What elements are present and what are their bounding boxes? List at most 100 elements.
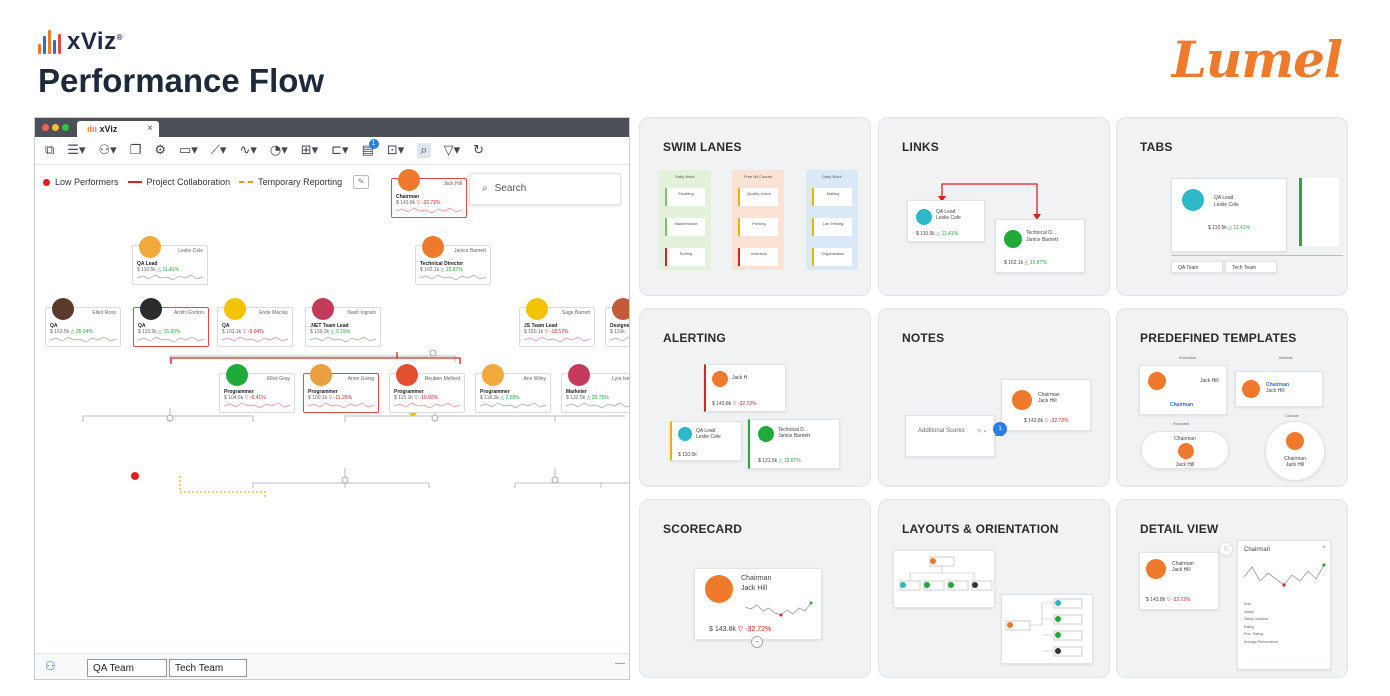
expand-icon[interactable]: ⊞▾	[301, 143, 318, 158]
org-node[interactable]: Jack Hill Chairman $ 143.8k ▽ -32.72%	[391, 169, 467, 218]
avatar	[568, 364, 590, 386]
org-node[interactable]: Ann Wiley Programmer $ 118.2k △ 2.58%	[475, 364, 551, 413]
card-tabs[interactable]: TABS QA Lead Leslie Cole $ 110.5k △ 11.4…	[1116, 117, 1348, 296]
avatar	[139, 236, 161, 258]
lane-card: Inventory	[738, 248, 778, 266]
org-node[interactable]: Sage Barrett JS Team Lead $ 150.1k ▽ -18.5…	[519, 298, 595, 347]
card-title: LAYOUTS & ORIENTATION	[902, 522, 1059, 536]
filter-icon[interactable]: ▽▾	[444, 143, 461, 158]
card-alerting[interactable]: ALERTING Jack H. $ 143.8k ▽ -32.72% QA L…	[639, 308, 871, 487]
org-chart-icon[interactable]: ⚇	[45, 659, 56, 673]
detail-open-icon[interactable]: ◌	[1219, 542, 1233, 556]
sparkline-icon[interactable]: ∿▾	[239, 143, 256, 158]
card-links[interactable]: LINKS QA Lead Leslie Cole $ 110.5k △ 11.…	[878, 117, 1110, 296]
avatar	[678, 427, 692, 441]
org-node[interactable]: JillDesigner$ 116k	[605, 298, 629, 347]
legend-edit-icon[interactable]: ✎	[353, 175, 370, 189]
swim-lane: Free Nil Course Quality check Printing I…	[732, 170, 784, 270]
card-title: SCORECARD	[663, 522, 743, 536]
card-scorecard[interactable]: SCORECARD Chairman Jack Hill $ 143.8k ▽ …	[639, 499, 871, 678]
hierarchy-icon[interactable]: ⚇▾	[98, 143, 116, 158]
lane-header: Daily Work	[675, 174, 695, 179]
org-node[interactable]: Nash Ingram .NET Team Lead $ 159.3k △ 9.19…	[305, 298, 381, 347]
card-title: SWIM LANES	[663, 140, 742, 154]
close-window-button[interactable]	[42, 124, 49, 131]
tabs-tab-qa[interactable]: QA Team	[1171, 261, 1223, 273]
avatar	[705, 575, 733, 603]
reset-icon[interactable]: ↻	[473, 143, 484, 158]
search-input[interactable]: ⌕ Search	[469, 173, 621, 205]
tab-close-icon[interactable]: ×	[147, 123, 153, 134]
detail-name: Jack Hill	[1172, 567, 1191, 573]
lane-card: Mailing	[812, 188, 852, 206]
template-rounded[interactable]: Chairman Jack Hill	[1141, 431, 1229, 469]
org-node[interactable]: Reuben Mellord Programmer $ 115.1k ▽ -10.9…	[389, 364, 465, 413]
lane-header: Daily Work	[822, 174, 842, 179]
node-sparkline	[222, 336, 289, 343]
template-circular[interactable]: Chairman Jack Hill	[1265, 421, 1325, 481]
alert-name: Leslie Cole	[696, 434, 721, 440]
lane-card: Organization	[812, 248, 852, 266]
scorecard-role: Chairman	[741, 575, 772, 582]
detail-delta: ▽ -32.72%	[1166, 597, 1191, 603]
layout-icon[interactable]: ⊏▾	[331, 143, 348, 158]
search-toggle-icon[interactable]: ⌕	[417, 143, 431, 158]
detail-row: Rating	[1244, 624, 1255, 629]
display-icon[interactable]: ▭▾	[179, 143, 198, 158]
avatar	[396, 364, 418, 386]
card-templates[interactable]: PREDEFINED TEMPLATES Executive Internal …	[1116, 308, 1348, 487]
notes-value: $ 143.8k	[1024, 418, 1044, 424]
card-layouts[interactable]: LAYOUTS & ORIENTATION	[878, 499, 1110, 678]
avatar	[712, 371, 728, 387]
tab-tech-team[interactable]: Tech Team	[169, 659, 247, 677]
card-swim-lanes[interactable]: SWIM LANES Daily Work Emailing Maintenan…	[639, 117, 871, 296]
template-executive[interactable]: Jack Hill Chairman	[1139, 365, 1227, 415]
tab-qa-team[interactable]: QA Team	[87, 659, 167, 677]
note-badge[interactable]: 1	[993, 422, 1007, 436]
org-node[interactable]: Anne Going Programmer $ 100.1k ▽ -11.26%	[303, 364, 379, 413]
toolbar: ⧉ ☰▾ ⚇▾ ❐ ⚙ ▭▾ ⟋▾ ∿▾ ◔▾ ⊞▾ ⊏▾ ▤ 1 ⊡▾ ⌕ ▽▾…	[35, 137, 629, 165]
notes-card: Chairman Jack Hill $ 143.8k ▽ -32.72%	[1001, 379, 1091, 431]
tabs-tab-tech[interactable]: Tech Team	[1225, 261, 1277, 273]
detail-close-icon[interactable]: ×	[1322, 545, 1326, 551]
org-node[interactable]: Elliot Gray Programmer $ 104.6k ▽ -6.41%	[219, 364, 295, 413]
template-internal[interactable]: Chairman Jack Hill	[1235, 371, 1323, 407]
line-chart-icon[interactable]: ⟋▾	[211, 143, 227, 158]
node-sparkline	[420, 274, 487, 281]
card-detail-view[interactable]: DETAIL VIEW Chairman Jack Hill $ 143.8k …	[1116, 499, 1348, 678]
collapse-icon[interactable]: −	[751, 636, 763, 648]
card-title: DETAIL VIEW	[1140, 522, 1219, 536]
copy-icon[interactable]: ❐	[130, 143, 142, 158]
note-edit-icon[interactable]: ✎ ▪	[977, 428, 986, 435]
card-notes[interactable]: NOTES Chairman Jack Hill $ 143.8k ▽ -32.…	[878, 308, 1110, 487]
note-box[interactable]: Additional Scores ✎ ▪	[905, 415, 995, 457]
avatar	[52, 298, 74, 320]
org-node[interactable]: Elliot Ross QA $ 163.5k △ 35.34%	[45, 298, 121, 347]
node-name: Elliot Gray	[266, 376, 290, 382]
card-icon[interactable]: ⊡▾	[387, 143, 404, 158]
org-node[interactable]: Lyra Ives Marketer $ 132.5k △ 25.75%	[561, 364, 629, 413]
settings-icon[interactable]: ⚙	[154, 143, 166, 158]
node-name: Reuben Mellord	[424, 376, 460, 382]
org-node[interactable]: Janice Barnett Technical Director $ 162.1k…	[415, 236, 491, 285]
maximize-window-button[interactable]	[62, 124, 69, 131]
lane-card: Emailing	[665, 188, 705, 206]
org-node[interactable]: Aroth Gordon QA $ 113.5k △ 15.83%	[133, 298, 209, 347]
filter-panel-icon[interactable]: ⧉	[45, 143, 54, 158]
notes-delta: ▽ -32.72%	[1044, 418, 1069, 424]
alert-delta: △ 15.87%	[778, 458, 801, 464]
org-node[interactable]: Leslie Cole QA Lead $ 110.5k △ 11.41%	[132, 236, 208, 285]
card-title: TABS	[1140, 140, 1173, 154]
swim-lane: Daily Work Emailing Maintenance Sorting	[659, 170, 711, 270]
org-node[interactable]: Ende Maclay QA $ 103.1k ▽ -5.04%	[217, 298, 293, 347]
list-levels-icon[interactable]: ☰▾	[67, 143, 85, 158]
detail-panel-title: Chairman	[1244, 547, 1271, 553]
tab-title: xViz	[99, 124, 118, 134]
browser-tab[interactable]: ılıı xViz ×	[77, 121, 159, 137]
gauge-icon[interactable]: ◔▾	[270, 143, 288, 158]
notes-icon[interactable]: ▤ 1	[362, 139, 379, 158]
minimize-window-button[interactable]	[52, 124, 59, 131]
node-name: Janice Barnett	[454, 248, 486, 254]
template-name: Jack Hill	[1175, 462, 1195, 468]
link-delta: △ 15.87%	[1024, 260, 1047, 266]
